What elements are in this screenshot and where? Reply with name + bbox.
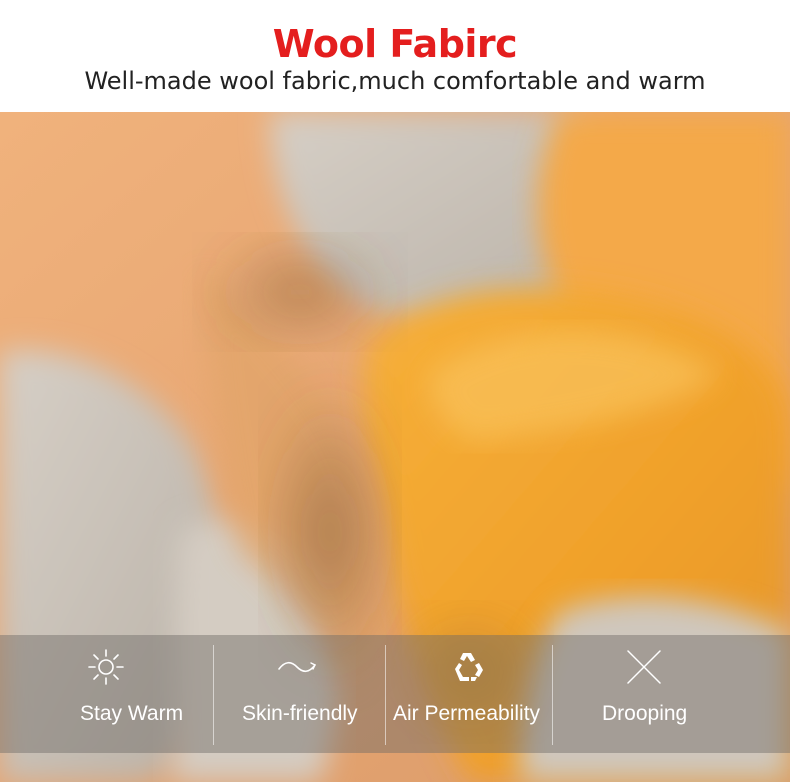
page-subtitle: Well-made wool fabric,much comfortable a… xyxy=(84,67,706,95)
feature-drooping: Drooping xyxy=(552,635,790,753)
feature-stay-warm: Stay Warm xyxy=(0,635,213,753)
feature-label: Stay Warm xyxy=(80,702,184,725)
feature-label: Skin-friendly xyxy=(242,702,358,725)
header: Wool Fabirc Well-made wool fabric,much c… xyxy=(0,0,790,112)
feature-label: Air Permeability xyxy=(393,702,541,725)
sun-icon xyxy=(86,647,130,691)
page-title: Wool Fabirc xyxy=(272,22,518,66)
cross-icon xyxy=(624,647,668,691)
wool-fabric-photo: Stay Warm Skin-friendly Air Permeability… xyxy=(0,112,790,782)
recycle-icon xyxy=(449,647,493,691)
feature-bar: Stay Warm Skin-friendly Air Permeability… xyxy=(0,635,790,753)
feature-skin-friendly: Skin-friendly xyxy=(213,635,385,753)
feature-label: Drooping xyxy=(602,702,688,725)
wave-icon xyxy=(275,647,319,691)
feature-air-permeability: Air Permeability xyxy=(385,635,552,753)
